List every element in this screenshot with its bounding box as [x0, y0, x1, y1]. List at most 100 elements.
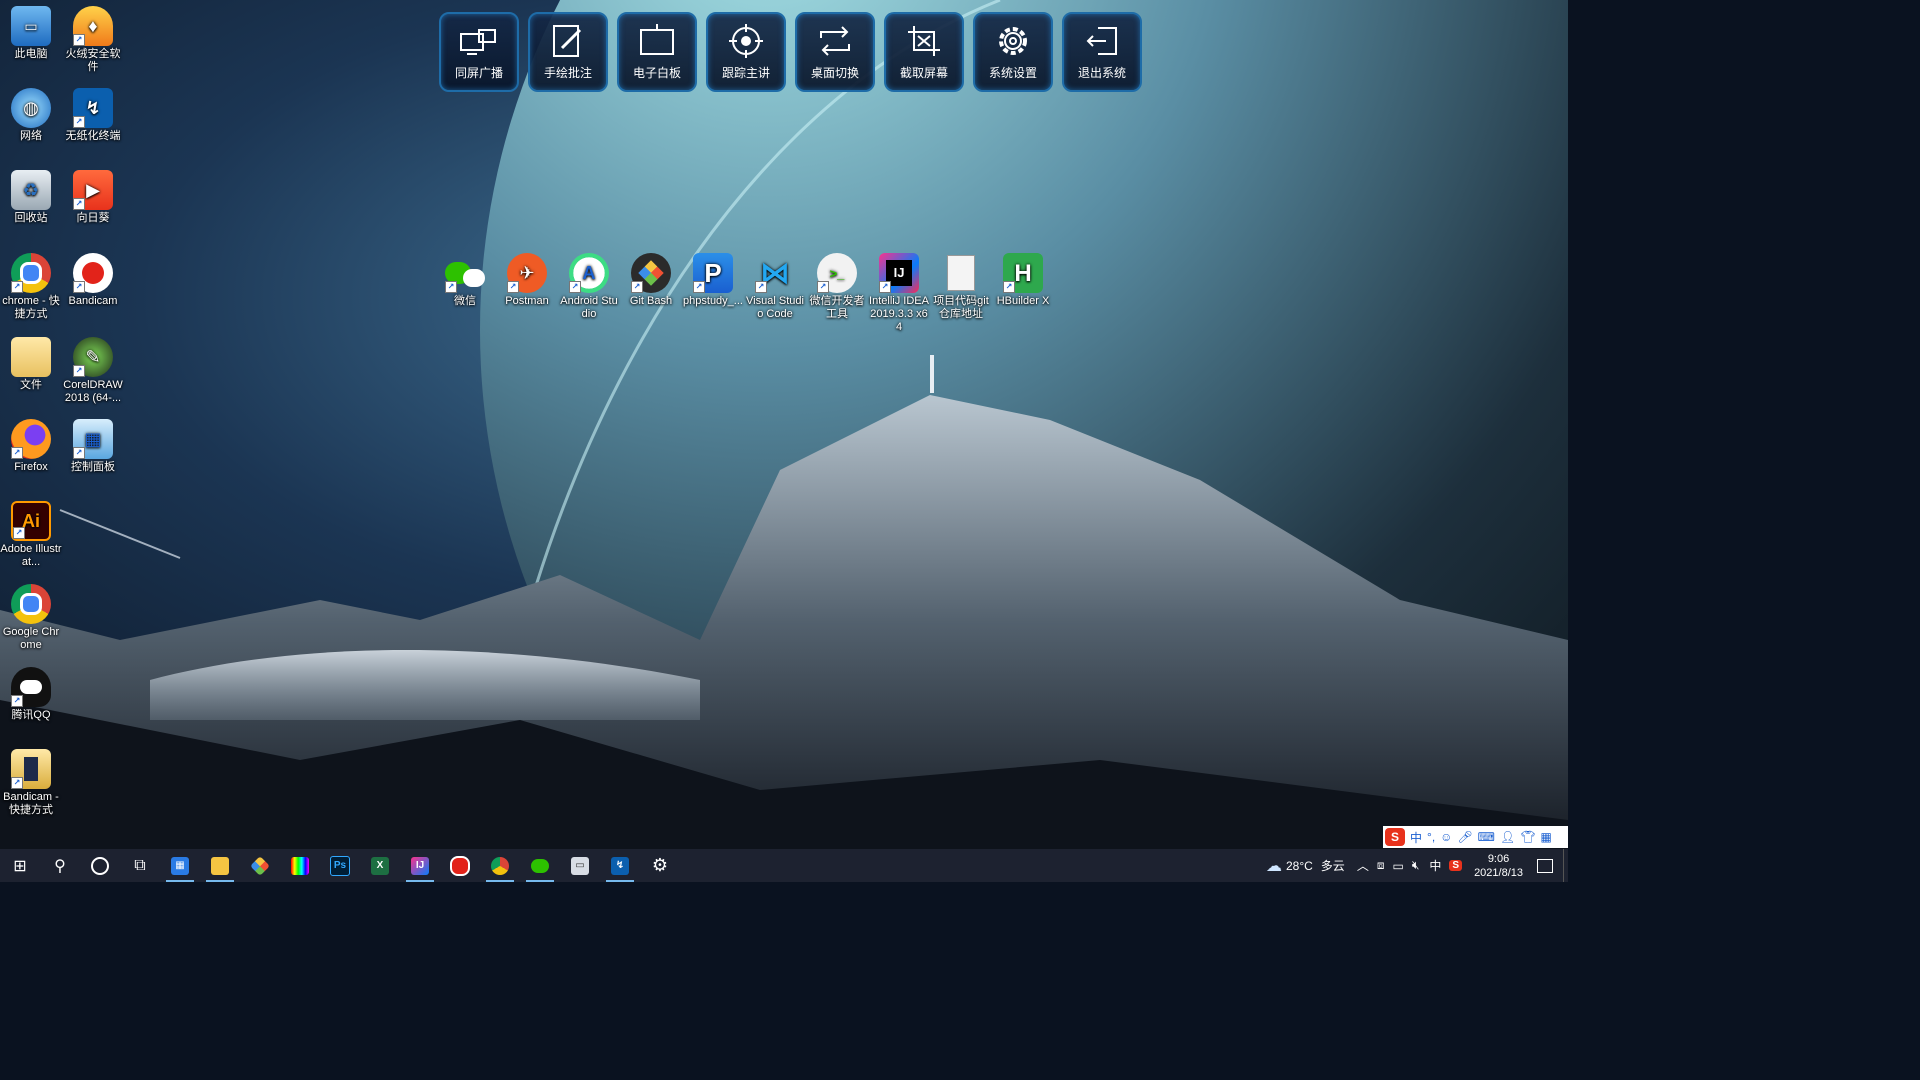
- taskbar-app-settings[interactable]: ⚙: [640, 849, 680, 882]
- desktop-icon-label: 网络: [20, 130, 42, 142]
- taskbar-app-chrome[interactable]: [480, 849, 520, 882]
- taskbar-app-wechat[interactable]: [520, 849, 560, 882]
- whiteboard-label: 电子白板: [632, 66, 681, 80]
- desktop-switch-label: 桌面切换: [810, 66, 859, 80]
- keyboard-icon[interactable]: ⌨: [1478, 830, 1495, 844]
- desktop-icon-coreldraw[interactable]: ✎ ↗ CorelDRAW 2018 (64-...: [62, 337, 124, 405]
- text-file-icon: [941, 253, 981, 293]
- desktop-icon-label: Postman: [505, 295, 549, 307]
- desktop-icon-label: Firefox: [14, 461, 48, 473]
- desktop-icon-google-chrome[interactable]: Google Chrome: [0, 584, 62, 652]
- desktop-icon-vscode[interactable]: ⋈ ↗ Visual Studio Code: [744, 253, 806, 321]
- start-button[interactable]: ⊞: [0, 849, 40, 882]
- taskbar-app-color[interactable]: [280, 849, 320, 882]
- weather-cloud-icon: ☁: [1265, 857, 1282, 875]
- desktop-icon-label: 火绒安全软件: [65, 48, 121, 73]
- taskbar-app-remote[interactable]: ▭: [560, 849, 600, 882]
- cortana-icon: [91, 856, 109, 875]
- notification-icon[interactable]: [1537, 858, 1553, 873]
- desktop-icon-wechat-devtools[interactable]: >_ ↗ 微信开发者工具: [806, 253, 868, 321]
- ime-lang[interactable]: 中: [1410, 829, 1422, 846]
- screenshot-button[interactable]: 截取屏幕: [884, 12, 964, 92]
- weather-desc[interactable]: 多云: [1321, 857, 1345, 874]
- desktop-icon-huorong[interactable]: ♦ ↗ 火绒安全软件: [62, 6, 124, 74]
- gear-icon: [999, 27, 1027, 55]
- desktop-icon-postman[interactable]: ✈ ↗ Postman: [496, 253, 558, 308]
- network-icon: ◍: [11, 88, 51, 128]
- desktop-icon-firefox[interactable]: ↗ Firefox: [0, 419, 62, 474]
- desktop-icon-label: 腾讯QQ: [11, 709, 51, 721]
- system-tray: ☁ 28°C 多云 ︿ ⧈ ▭ 🔇︎ 中 S 9:06 2021/8/13: [1266, 849, 1568, 882]
- taskbar-app-explorer[interactable]: [200, 849, 240, 882]
- skin-icon[interactable]: 👕︎: [1520, 830, 1535, 844]
- toolbox-icon[interactable]: ▦: [1540, 830, 1551, 844]
- input-lang[interactable]: 中: [1429, 857, 1441, 874]
- taskbar-app-photoshop[interactable]: Ps: [320, 849, 360, 882]
- screen-broadcast-icon: [460, 29, 496, 55]
- wechat-icon: ↗: [445, 253, 485, 293]
- exit-system-button[interactable]: 退出系统: [1062, 12, 1142, 92]
- huorong-icon: ♦ ↗: [73, 6, 113, 46]
- desktop-icon-this-pc[interactable]: ▭ 此电脑: [0, 6, 62, 61]
- desktop-icon-paperless[interactable]: ↯ ↗ 无纸化终端: [62, 88, 124, 143]
- desktop-icon-qq[interactable]: ↗ 腾讯QQ: [0, 667, 62, 722]
- desktop-icon-label: Google Chrome: [2, 626, 60, 651]
- desktop-icon-wechat[interactable]: ↗ 微信: [434, 253, 496, 308]
- annotate-button[interactable]: 手绘批注: [528, 12, 608, 92]
- taskbar-app-git[interactable]: [240, 849, 280, 882]
- desktop-icon-label: Adobe Illustrat...: [0, 543, 62, 568]
- desktop-icon-label: 微信开发者工具: [809, 295, 865, 320]
- desktop-icon-chrome-shortcut[interactable]: ↗ chrome - 快捷方式: [0, 253, 62, 321]
- tray-app-icon[interactable]: ⧈: [1377, 858, 1385, 873]
- taskbar-app-intellij[interactable]: IJ: [400, 849, 440, 882]
- qq-icon: ↗: [11, 667, 51, 707]
- punctuation-icon[interactable]: °,: [1427, 830, 1435, 844]
- phpstudy-icon: P ↗: [693, 253, 733, 293]
- desktop-icon-bandicam-shortcut[interactable]: ↗ Bandicam - 快捷方式: [0, 749, 62, 817]
- microphone-icon[interactable]: 🎤︎: [1457, 830, 1472, 844]
- broadcast-button[interactable]: 同屏广播: [439, 12, 519, 92]
- network-status-icon[interactable]: ▭: [1392, 859, 1403, 873]
- clock[interactable]: 9:06 2021/8/13: [1466, 852, 1531, 880]
- desktop-icon-phpstudy[interactable]: P ↗ phpstudy_...: [682, 253, 744, 308]
- system-settings-button[interactable]: 系统设置: [973, 12, 1053, 92]
- android-studio-icon: A ↗: [569, 253, 609, 293]
- desktop-icon-control-panel[interactable]: ▦ ↗ 控制面板: [62, 419, 124, 474]
- this-pc-icon: ▭: [11, 6, 51, 46]
- desktop-icon-hbuilder[interactable]: H ↗ HBuilder X: [992, 253, 1054, 308]
- search-button[interactable]: ⚲: [40, 849, 80, 882]
- user-icon[interactable]: 👤︎: [1500, 830, 1515, 844]
- show-desktop-button[interactable]: [1563, 849, 1568, 882]
- desktop-icon-network[interactable]: ◍ 网络: [0, 88, 62, 143]
- taskbar-app-record[interactable]: [440, 849, 480, 882]
- desktop-icon-git-repo-file[interactable]: 项目代码git仓库地址: [930, 253, 992, 321]
- bandicam-folder-icon: ↗: [11, 749, 51, 789]
- sogou-tray-icon[interactable]: S: [1449, 860, 1463, 871]
- desktop-icon-label: Bandicam: [68, 295, 118, 307]
- taskbar-app-calendar[interactable]: ▦: [160, 849, 200, 882]
- taskbar-app-excel[interactable]: X: [360, 849, 400, 882]
- chevron-up-icon[interactable]: ︿: [1357, 857, 1369, 874]
- whiteboard-button[interactable]: 电子白板: [617, 12, 697, 92]
- desktop-icon-intellij[interactable]: IJ ↗ IntelliJ IDEA 2019.3.3 x64: [868, 253, 930, 334]
- desktop-icon-android-studio[interactable]: A ↗ Android Studio: [558, 253, 620, 321]
- desktop-switch-button[interactable]: 桌面切换: [795, 12, 875, 92]
- volume-muted-icon[interactable]: 🔇︎: [1412, 858, 1420, 873]
- desktop-icon-folder[interactable]: 文件: [0, 337, 62, 392]
- cortana-button[interactable]: [80, 849, 120, 882]
- desktop-icon-sunflower[interactable]: ▶ ↗ 向日葵: [62, 170, 124, 225]
- desktop-icon-git-bash[interactable]: ↗ Git Bash: [620, 253, 682, 308]
- taskbar-app-terminal[interactable]: ↯: [600, 849, 640, 882]
- emoji-icon[interactable]: ☺: [1440, 830, 1452, 844]
- postman-icon: ✈ ↗: [507, 253, 547, 293]
- desktop-icon-label: Visual Studio Code: [746, 295, 804, 320]
- desktop-icon-illustrator[interactable]: Ai ↗ Adobe Illustrat...: [0, 501, 62, 569]
- desktop-icon-bandicam[interactable]: ↗ Bandicam: [62, 253, 124, 308]
- track-speaker-button[interactable]: 跟踪主讲: [706, 12, 786, 92]
- task-view-button[interactable]: ⧉: [120, 849, 160, 882]
- coreldraw-icon: ✎ ↗: [73, 337, 113, 377]
- desktop-icon-recycle-bin[interactable]: ♻ 回收站: [0, 170, 62, 225]
- ime-toolbar[interactable]: S 中 °, ☺ 🎤︎ ⌨ 👤︎ 👕︎ ▦: [1383, 826, 1568, 848]
- sogou-logo-icon: S: [1385, 828, 1405, 846]
- weather-temp[interactable]: 28°C: [1286, 859, 1313, 873]
